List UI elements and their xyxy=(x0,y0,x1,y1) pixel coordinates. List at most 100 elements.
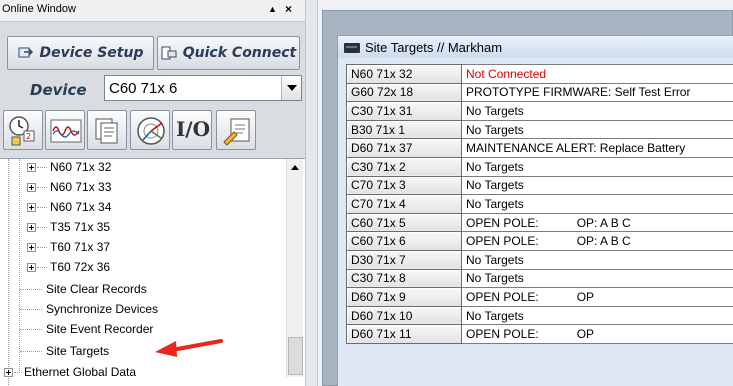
target-status-cell: No Targets xyxy=(461,249,733,270)
expand-icon[interactable] xyxy=(4,368,13,377)
target-status-cell: OPEN POLE: OP: A B C xyxy=(461,212,733,233)
online-window-title: Online Window xyxy=(2,3,76,15)
pane-splitter[interactable] xyxy=(305,0,318,386)
device-setup-label: Device Setup xyxy=(39,45,144,61)
scroll-thumb[interactable] xyxy=(288,337,303,375)
target-status-cell: PROTOTYPE FIRMWARE: Self Test Error xyxy=(461,82,733,103)
annotation-arrow-icon xyxy=(155,339,223,357)
target-status-text: No Targets xyxy=(466,103,524,118)
target-status-text: No Targets xyxy=(466,308,524,323)
table-row: D60 71x 11 OPEN POLE: OP xyxy=(346,324,733,344)
monitor-icon xyxy=(344,43,360,53)
target-status-text: OPEN POLE: xyxy=(466,327,539,342)
target-status-cell: No Targets xyxy=(461,305,733,326)
setup-icon xyxy=(18,46,34,60)
tree-item-label: Site Clear Records xyxy=(46,282,147,296)
device-setup-button[interactable]: Device Setup xyxy=(7,36,154,70)
target-status-cell: No Targets xyxy=(461,268,733,289)
device-name-cell[interactable]: C70 71x 3 xyxy=(346,175,462,196)
table-row: D30 71x 7 No Targets xyxy=(346,249,733,270)
io-label: I/O xyxy=(175,117,211,141)
target-status-text: No Targets xyxy=(466,178,524,193)
phasor-tool-button[interactable] xyxy=(130,110,170,150)
documents-tool-button[interactable] xyxy=(87,110,127,150)
clock-tool-button[interactable]: 2 xyxy=(3,110,43,150)
tree-dots xyxy=(20,351,42,352)
site-targets-title: Site Targets // Markham xyxy=(365,40,503,55)
target-status-cell: MAINTENANCE ALERT: Replace Battery xyxy=(461,138,733,158)
quick-connect-button[interactable]: Quick Connect xyxy=(157,36,300,70)
quick-connect-icon xyxy=(161,46,177,60)
tree-dots xyxy=(37,247,47,248)
target-status-cell: Not Connected xyxy=(461,64,733,84)
target-phase-text: OP: A B C xyxy=(576,215,631,230)
waveform-icon xyxy=(50,119,82,143)
target-status-text: No Targets xyxy=(466,122,524,137)
expand-icon[interactable] xyxy=(27,203,36,212)
target-status-text: PROTOTYPE FIRMWARE: Self Test Error xyxy=(466,85,691,100)
site-targets-window: Site Targets // Markham N60 71x 32 Not Co… xyxy=(337,35,733,386)
target-status-text: No Targets xyxy=(466,159,524,174)
device-select[interactable]: C60 71x 6 xyxy=(104,75,302,101)
table-row: D60 71x 9 OPEN POLE: OP xyxy=(346,287,733,307)
table-row: C70 71x 3 No Targets xyxy=(346,175,733,196)
device-name-cell[interactable]: D60 71x 9 xyxy=(346,287,462,307)
target-status-cell: OPEN POLE: OP: A B C xyxy=(461,231,733,251)
site-targets-titlebar[interactable]: Site Targets // Markham xyxy=(338,36,733,58)
expand-icon[interactable] xyxy=(27,223,36,232)
device-name-cell[interactable]: D60 71x 10 xyxy=(346,305,462,326)
chevron-down-icon[interactable] xyxy=(281,76,301,100)
target-status-cell: No Targets xyxy=(461,156,733,177)
target-status-text: No Targets xyxy=(466,271,524,286)
table-row: C30 71x 8 No Targets xyxy=(346,268,733,289)
online-window-pane: Online Window ▲ × Device Setup Quick Con… xyxy=(0,0,305,386)
tree-guide-line xyxy=(8,159,9,385)
table-row: C60 71x 5 OPEN POLE: OP: A B C xyxy=(346,212,733,233)
tree-dots xyxy=(20,309,42,310)
pane-close-icon[interactable]: × xyxy=(285,2,292,16)
tree-item-label: Ethernet Global Data xyxy=(24,365,137,379)
table-row: C60 71x 6 OPEN POLE: OP: A B C xyxy=(346,231,733,251)
target-status-text: OPEN POLE: xyxy=(466,289,539,304)
tree-item-label: T60 71x 37 xyxy=(50,240,111,254)
table-row: D60 71x 37 MAINTENANCE ALERT: Replace Bat… xyxy=(346,138,733,158)
device-name-cell[interactable]: D30 71x 7 xyxy=(346,249,462,270)
device-name-cell[interactable]: C70 71x 4 xyxy=(346,194,462,214)
target-status-text: OPEN POLE: xyxy=(466,234,539,249)
table-row: G60 72x 18 PROTOTYPE FIRMWARE: Self Test … xyxy=(346,82,733,103)
tree-dots xyxy=(20,329,42,330)
settings-tool-button[interactable] xyxy=(216,110,256,150)
device-name-cell[interactable]: G60 72x 18 xyxy=(346,82,462,103)
device-name-cell[interactable]: C30 71x 8 xyxy=(346,268,462,289)
device-name-cell[interactable]: D60 71x 11 xyxy=(346,324,462,344)
documents-icon xyxy=(95,118,118,144)
device-name-cell[interactable]: C30 71x 31 xyxy=(346,101,462,121)
target-status-cell: OPEN POLE: OP xyxy=(461,287,733,307)
tree-dots xyxy=(37,227,47,228)
waveform-tool-button[interactable] xyxy=(45,110,85,150)
device-name-cell[interactable]: C30 71x 2 xyxy=(346,156,462,177)
tree-item-label: Synchronize Devices xyxy=(46,302,159,316)
expand-icon[interactable] xyxy=(27,243,36,252)
scroll-up-icon[interactable] xyxy=(287,159,304,176)
device-name-cell[interactable]: C60 71x 6 xyxy=(346,231,462,251)
target-status-text: Not Connected xyxy=(466,66,547,81)
expand-icon[interactable] xyxy=(27,163,36,172)
tree-scrollbar[interactable] xyxy=(286,159,303,377)
device-name-cell[interactable]: N60 71x 32 xyxy=(346,64,462,84)
table-row: B30 71x 1 No Targets xyxy=(346,119,733,140)
expand-icon[interactable] xyxy=(27,263,36,272)
device-name-cell[interactable]: D60 71x 37 xyxy=(346,138,462,158)
device-name-cell[interactable]: C60 71x 5 xyxy=(346,212,462,233)
tree-item-label: Site Event Recorder xyxy=(46,322,154,336)
table-row: C30 71x 2 No Targets xyxy=(346,156,733,177)
device-name-cell[interactable]: B30 71x 1 xyxy=(346,119,462,140)
tree-dots xyxy=(14,372,22,373)
expand-icon[interactable] xyxy=(27,183,36,192)
tree-item-label: Site Targets xyxy=(46,344,110,358)
online-window-titlebar: Online Window ▲ × xyxy=(0,0,305,22)
io-tool-button[interactable]: I/O xyxy=(172,110,212,150)
target-status-cell: No Targets xyxy=(461,101,733,121)
target-status-cell: No Targets xyxy=(461,175,733,196)
pane-pin-icon[interactable]: ▲ xyxy=(268,4,277,14)
